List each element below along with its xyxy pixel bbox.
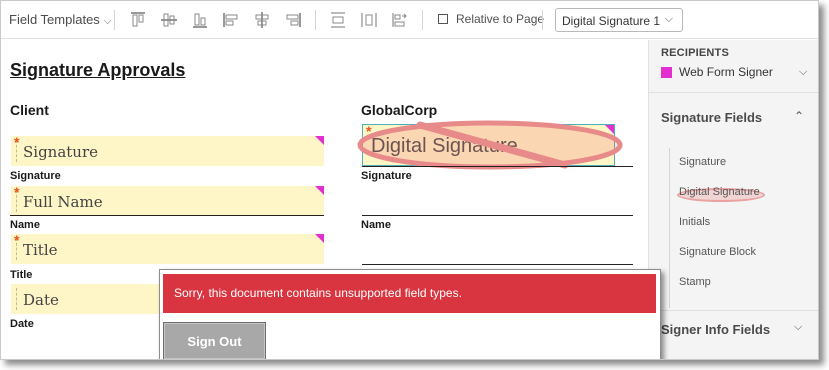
client-date-label: Date	[10, 318, 34, 330]
client-signature-field[interactable]: * Signature	[11, 134, 324, 166]
sidebar-item-digital-signature[interactable]: Digital Signature	[679, 186, 760, 198]
toolbar: Field Templates ⌵ Relative to Page Digit…	[1, 1, 818, 39]
document-title: Signature Approvals	[10, 60, 186, 80]
globalcorp-digital-signature-field[interactable]: * Digital Signature	[362, 123, 615, 166]
toolbar-divider	[315, 10, 316, 30]
client-name-field[interactable]: * Full Name	[11, 184, 324, 216]
field-sidebar: RECIPIENTS Web Form Signer ⌵ Signature F…	[648, 40, 818, 359]
sidebar-divider	[649, 310, 818, 311]
error-dialog: Sorry, this document contains unsupporte…	[159, 269, 661, 359]
chevron-down-icon[interactable]: ⌵	[794, 321, 802, 334]
align-top-icon[interactable]	[129, 11, 147, 29]
sidebar-item-signature[interactable]: Signature	[679, 156, 726, 168]
title-underline	[362, 264, 633, 265]
recipients-heading: RECIPIENTS	[661, 47, 730, 59]
toolbar-divider	[542, 10, 543, 30]
relative-to-page-checkbox[interactable]	[438, 14, 448, 24]
field-placeholder: Digital Signature	[371, 135, 518, 157]
toolbar-divider	[114, 10, 115, 30]
signature-fields-heading[interactable]: Signature Fields	[661, 110, 762, 125]
client-title-field[interactable]: * Title	[11, 232, 324, 264]
sign-out-button[interactable]: Sign Out	[163, 322, 266, 359]
sidebar-divider	[649, 92, 818, 93]
toolbar-divider	[422, 10, 423, 30]
client-heading: Client	[10, 102, 49, 118]
globalcorp-heading: GlobalCorp	[361, 102, 438, 118]
globalcorp-signature-label: Signature	[361, 170, 412, 182]
field-select-value: Digital Signature 1	[562, 14, 661, 28]
name-underline	[10, 215, 324, 216]
field-placeholder: Date	[23, 291, 59, 309]
align-left-icon[interactable]	[222, 11, 240, 29]
field-placeholder: Title	[23, 241, 58, 259]
signature-underline	[362, 166, 633, 167]
client-title-label: Title	[10, 269, 33, 281]
recipient-color-swatch	[661, 67, 672, 78]
field-templates-label: Field Templates	[9, 12, 100, 27]
tree-line	[669, 148, 670, 308]
chevron-up-icon[interactable]: ⌃	[794, 109, 804, 123]
field-templates-menu[interactable]: Field Templates ⌵	[9, 12, 111, 27]
required-marker: *	[14, 232, 20, 248]
chevron-down-icon: ⌵	[103, 16, 112, 27]
field-edge-line	[16, 288, 17, 310]
relative-to-page-label: Relative to Page	[456, 12, 545, 26]
field-select-dropdown[interactable]: Digital Signature 1 ⌵	[555, 8, 683, 32]
sidebar-item-initials[interactable]: Initials	[679, 216, 710, 228]
globalcorp-name-label: Name	[361, 219, 391, 231]
chevron-down-icon[interactable]: ⌵	[799, 66, 807, 79]
required-marker: *	[14, 184, 20, 200]
chevron-down-icon: ⌵	[664, 13, 673, 25]
distribute-vertical-icon[interactable]	[329, 11, 347, 29]
recipient-marker	[605, 125, 614, 134]
sidebar-item-stamp[interactable]: Stamp	[679, 276, 711, 288]
match-size-icon[interactable]	[391, 11, 409, 29]
recipient-marker	[315, 234, 324, 243]
align-middle-icon[interactable]	[160, 11, 178, 29]
field-placeholder: Full Name	[23, 193, 103, 211]
error-message: Sorry, this document contains unsupporte…	[174, 286, 462, 300]
field-placeholder: Signature	[23, 143, 99, 161]
name-underline	[362, 215, 633, 216]
error-banner: Sorry, this document contains unsupporte…	[163, 274, 656, 313]
app-window: Field Templates ⌵ Relative to Page Digit…	[0, 0, 819, 360]
align-center-icon[interactable]	[253, 11, 271, 29]
recipient-marker	[315, 186, 324, 195]
sidebar-item-signature-block[interactable]: Signature Block	[679, 246, 756, 258]
sign-out-label: Sign Out	[187, 334, 242, 349]
align-right-icon[interactable]	[284, 11, 302, 29]
recipient-select[interactable]: Web Form Signer	[679, 65, 773, 79]
recipient-marker	[315, 136, 324, 145]
signer-info-fields-heading[interactable]: Signer Info Fields	[661, 322, 770, 337]
align-bottom-icon[interactable]	[191, 11, 209, 29]
required-marker: *	[14, 134, 20, 150]
distribute-horizontal-icon[interactable]	[360, 11, 378, 29]
client-signature-label: Signature	[10, 170, 61, 182]
client-name-label: Name	[10, 219, 40, 231]
